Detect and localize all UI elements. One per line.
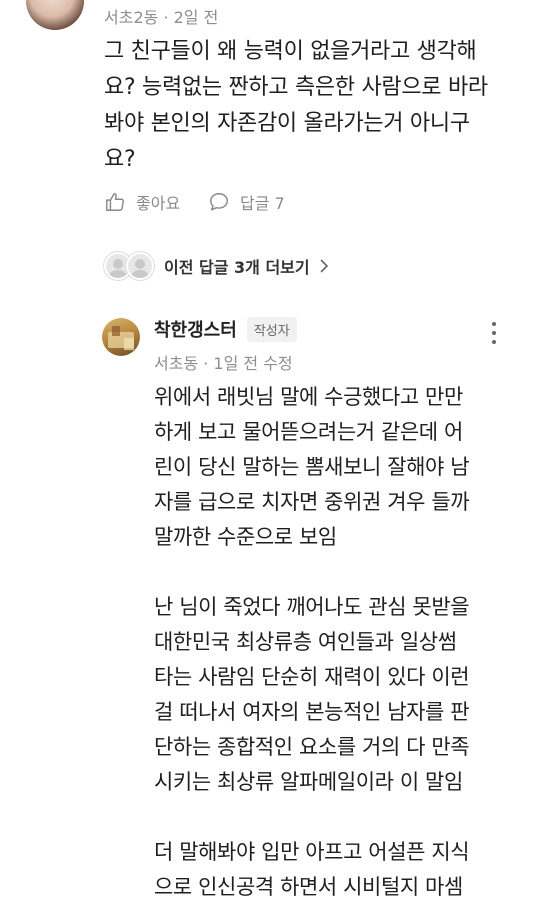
reply-header: 착한갱스터 작성자: [154, 316, 297, 342]
more-options-button[interactable]: [484, 318, 504, 348]
reply-line: 하게 보고 물어뜯으려는거 같은데 어: [154, 420, 463, 444]
reply-line: 타는 사람임 단순히 재력이 있다 이런: [154, 665, 470, 689]
kebab-dot: [492, 322, 496, 326]
reply-author-avatar[interactable]: [102, 318, 140, 356]
reply-line: 단하는 종합적인 요소를 거의 다 만족: [154, 735, 470, 759]
like-button[interactable]: 좋아요: [104, 190, 180, 214]
reply-avatars: [104, 252, 154, 280]
comment-meta: 서초2동 · 2일 전: [104, 8, 219, 27]
load-previous-label: 이전 답글 3개 더보기: [164, 258, 310, 277]
comment-line: 그 친구들이 왜 능력이 없을거라고 생각해: [104, 39, 477, 64]
speech-bubble-icon: [210, 193, 228, 211]
comment-line: 봐야 본인의 자존감이 올라가는거 아니구: [104, 111, 470, 136]
reply-line: 더 말해봐야 입만 아프고 어설픈 지식: [154, 840, 470, 864]
kebab-dot: [492, 331, 496, 335]
reply-meta: 서초동 · 1일 전 수정: [154, 354, 293, 373]
reply-line: 난 님이 죽었다 깨어나도 관심 못받을: [154, 595, 470, 619]
reply-author-name[interactable]: 착한갱스터: [154, 316, 237, 342]
reply-line: 린이 당신 말하는 뽐새보니 잘해야 남: [154, 455, 470, 479]
comment-line: 요?: [104, 147, 136, 172]
reply-line: 말까한 수준으로 보임: [154, 525, 337, 549]
reply-line: 걸 떠나서 여자의 본능적인 남자를 판: [154, 700, 470, 724]
thumbs-up-icon: [106, 193, 124, 211]
chevron-right-icon: [320, 259, 328, 273]
comment-line: 요? 능력없는 짠하고 측은한 사람으로 바라: [104, 75, 488, 100]
reply-line: 으로 인신공격 하면서 시비털지 마셈: [154, 875, 463, 899]
author-badge: 작성자: [246, 316, 297, 342]
reply-line: 자를 급으로 치자면 중위권 겨우 들까: [154, 490, 470, 514]
avatar: [126, 252, 154, 280]
reply-body: 위에서 래빗님 말에 수긍했다고 만만 하게 보고 물어뜯으려는거 같은데 어 …: [154, 380, 526, 905]
load-previous-replies[interactable]: 이전 답글 3개 더보기: [104, 252, 330, 280]
reply-count-label: 답글 7: [240, 194, 285, 213]
commenter-avatar[interactable]: [26, 0, 84, 30]
reply-line: 위에서 래빗님 말에 수긍했다고 만만: [154, 385, 463, 409]
reply-line: 대한민국 최상류층 여인들과 일상썸: [154, 630, 457, 654]
kebab-dot: [492, 340, 496, 344]
reply-button[interactable]: 답글 7: [208, 190, 285, 214]
avatar-image: [108, 326, 134, 350]
like-label: 좋아요: [136, 194, 181, 213]
comment-body: 그 친구들이 왜 능력이 없을거라고 생각해 요? 능력없는 짠하고 측은한 사…: [104, 34, 524, 178]
reply-line: 시키는 최상류 알파메일이라 이 말임: [154, 770, 463, 794]
